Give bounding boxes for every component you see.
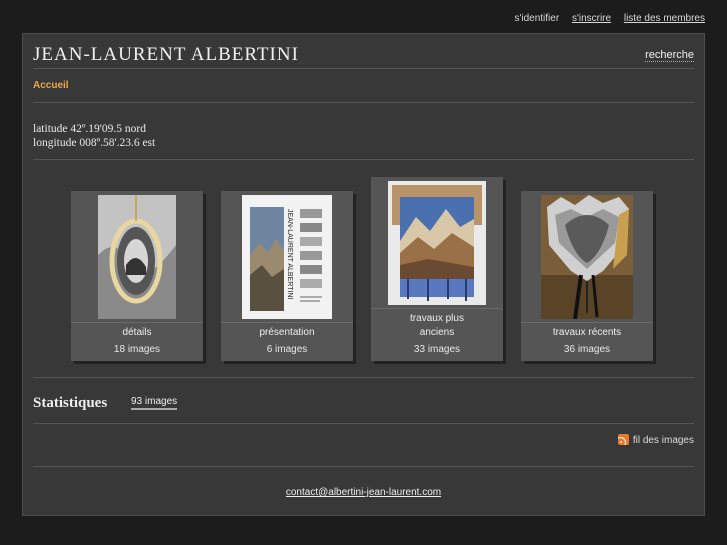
statistics-heading: Statistiques xyxy=(33,395,108,411)
album-count: 18 images xyxy=(113,344,161,355)
gps-coordinates: latitude 42º.19'09.5 nord longitude 008º… xyxy=(33,122,155,150)
album-name[interactable]: détails xyxy=(71,326,203,340)
divider xyxy=(371,308,503,309)
total-images-link[interactable]: 93 images xyxy=(131,396,178,410)
members-list-link[interactable]: liste des membres xyxy=(624,13,705,24)
album-details[interactable]: détails 18 images xyxy=(71,191,203,361)
longitude-text: longitude 008º.58'.23.6 est xyxy=(33,137,156,149)
divider xyxy=(33,423,694,424)
album-count: 36 images xyxy=(563,344,611,355)
main-panel: JEAN-LAURENT ALBERTINI recherche Accueil… xyxy=(22,33,705,516)
divider xyxy=(33,466,694,467)
divider xyxy=(33,377,694,378)
breadcrumb-home[interactable]: Accueil xyxy=(33,80,69,91)
divider xyxy=(33,159,694,160)
divider xyxy=(33,68,694,69)
album-name[interactable]: travaux plus anciens xyxy=(371,312,503,340)
rss-feed-link[interactable]: fil des images xyxy=(617,434,694,446)
album-name[interactable]: travaux récents xyxy=(521,326,653,340)
divider xyxy=(221,322,353,323)
album-thumbnail[interactable] xyxy=(388,181,486,305)
album-name[interactable]: présentation xyxy=(221,326,353,340)
rss-icon[interactable] xyxy=(617,434,629,445)
album-thumbnail[interactable] xyxy=(541,195,633,319)
site-title[interactable]: JEAN-LAURENT ALBERTINI xyxy=(33,44,299,66)
album-presentation[interactable]: JEAN-LAURENT ALBERTINI présentation 6 im… xyxy=(221,191,353,361)
footer: contact@albertini-jean-laurent.com xyxy=(23,487,704,498)
login-link[interactable]: s'identifier xyxy=(514,13,559,24)
contact-email-link[interactable]: contact@albertini-jean-laurent.com xyxy=(286,487,441,498)
top-navigation: s'identifier s'inscrire liste des membre… xyxy=(504,13,705,24)
album-name-line[interactable]: travaux plus xyxy=(371,312,503,326)
divider xyxy=(521,322,653,323)
album-thumbnail[interactable]: JEAN-LAURENT ALBERTINI xyxy=(242,195,332,319)
divider xyxy=(33,102,694,103)
album-name-line[interactable]: travaux récents xyxy=(521,326,653,340)
divider xyxy=(71,322,203,323)
rss-feed-label[interactable]: fil des images xyxy=(633,435,694,446)
search-link[interactable]: recherche xyxy=(645,49,694,62)
album-count: 33 images xyxy=(413,344,461,355)
album-name-line[interactable]: présentation xyxy=(221,326,353,340)
album-count: 6 images xyxy=(266,344,308,355)
album-name-line[interactable]: détails xyxy=(71,326,203,340)
album-thumbnail[interactable] xyxy=(98,195,176,319)
album-recent-works[interactable]: travaux récents 36 images xyxy=(521,191,653,361)
latitude-text: latitude 42º.19'09.5 nord xyxy=(33,123,146,135)
album-name-line[interactable]: anciens xyxy=(371,326,503,340)
svg-text:JEAN-LAURENT ALBERTINI: JEAN-LAURENT ALBERTINI xyxy=(286,209,293,299)
album-older-works[interactable]: travaux plus anciens 33 images xyxy=(371,177,503,361)
register-link[interactable]: s'inscrire xyxy=(572,13,611,24)
